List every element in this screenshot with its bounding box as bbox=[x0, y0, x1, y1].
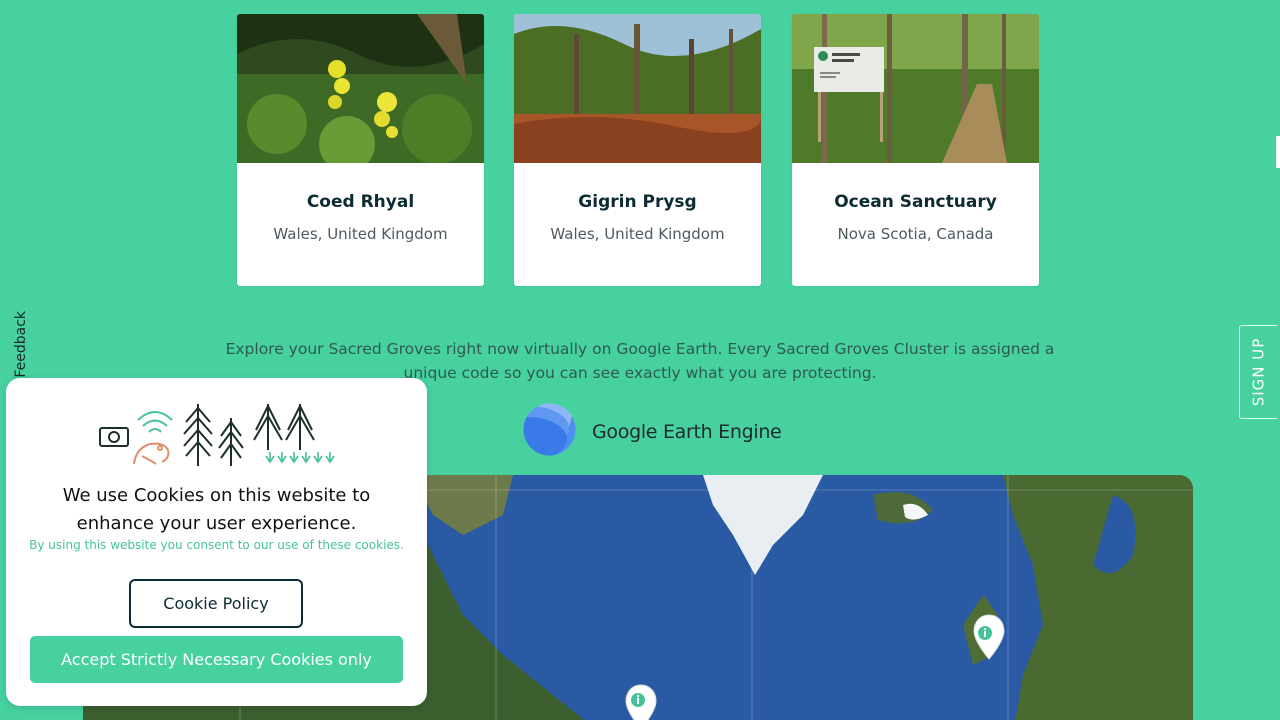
grove-card-coed-rhyal[interactable]: Coed Rhyal Wales, United Kingdom bbox=[237, 14, 484, 286]
nature-illustration bbox=[98, 400, 338, 474]
frog-icon bbox=[133, 442, 170, 465]
cookie-title: We use Cookies on this website to enhanc… bbox=[62, 485, 371, 534]
grove-card-ocean-sanctuary[interactable]: Ocean Sanctuary Nova Scotia, Canada bbox=[792, 14, 1039, 286]
arrows-icon bbox=[265, 452, 335, 464]
grove-title: Gigrin Prysg bbox=[578, 192, 697, 212]
info-pin-icon[interactable] bbox=[972, 614, 1006, 660]
cookie-subtitle: By using this website you consent to our… bbox=[29, 538, 404, 552]
signup-label: SIGN UP bbox=[1249, 337, 1268, 407]
grove-title: Coed Rhyal bbox=[306, 192, 415, 212]
camera-icon bbox=[99, 427, 129, 447]
grove-photo bbox=[514, 14, 761, 163]
cookie-policy-button[interactable]: Cookie Policy bbox=[129, 579, 303, 628]
grove-location: Wales, United Kingdom bbox=[550, 225, 725, 243]
scroll-indicator bbox=[1276, 136, 1280, 168]
grove-photo bbox=[792, 14, 1039, 163]
grove-title: Ocean Sanctuary bbox=[834, 192, 997, 212]
grove-location: Wales, United Kingdom bbox=[273, 225, 448, 243]
grove-photo bbox=[237, 14, 484, 163]
accept-necessary-cookies-button[interactable]: Accept Strictly Necessary Cookies only bbox=[30, 636, 403, 683]
grove-card-gigrin-prysg[interactable]: Gigrin Prysg Wales, United Kingdom bbox=[514, 14, 761, 286]
cookie-banner: We use Cookies on this website to enhanc… bbox=[6, 378, 427, 706]
info-pin-icon[interactable] bbox=[624, 684, 658, 720]
wifi-signal-icon bbox=[137, 411, 173, 433]
google-earth-engine-logo: Google Earth Engine bbox=[523, 403, 782, 460]
google-earth-logo-icon bbox=[523, 403, 576, 460]
signup-tab[interactable]: SIGN UP bbox=[1239, 325, 1277, 419]
google-earth-engine-label: Google Earth Engine bbox=[592, 420, 782, 443]
grove-location: Nova Scotia, Canada bbox=[837, 225, 994, 243]
feedback-label: Feedback bbox=[13, 311, 29, 378]
